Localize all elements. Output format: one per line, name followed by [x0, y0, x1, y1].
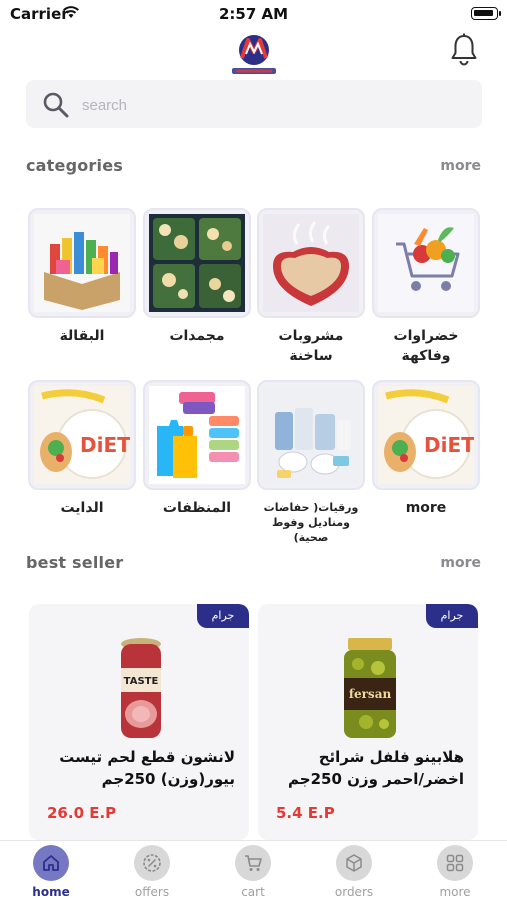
category-vegetables[interactable]: خضراوات وفاكهة — [372, 208, 480, 366]
category-label: مشروبات ساخنة — [278, 328, 344, 364]
category-frozen[interactable]: مجمدات — [143, 208, 251, 346]
category-label: الدايت — [60, 500, 104, 516]
unit-badge: جرام — [197, 604, 249, 628]
categories-title: categories — [26, 156, 123, 175]
paper-products-image — [257, 380, 365, 490]
category-label: ورقيات( حفاضات ومناديل وفوط صحية) — [263, 501, 359, 544]
cart-icon — [235, 845, 271, 881]
bottom-tab-bar: home offers cart orders more — [0, 840, 507, 900]
pickled-jar-image: fersan — [344, 638, 396, 738]
box-icon — [336, 845, 372, 881]
best-seller-more-link[interactable]: more — [440, 555, 481, 571]
tab-more[interactable]: more — [425, 845, 485, 899]
category-detergents[interactable]: المنظفات — [143, 380, 251, 518]
home-icon — [33, 845, 69, 881]
tab-label: home — [32, 885, 70, 899]
svg-text:DiET: DiET — [80, 433, 130, 457]
unit-badge: جرام — [426, 604, 478, 628]
frozen-food-image — [143, 208, 251, 318]
search-input[interactable] — [82, 92, 462, 118]
tab-label: more — [439, 885, 471, 899]
diet-plate-image: DiET — [28, 380, 136, 490]
diet-plate-image: DiET — [372, 380, 480, 490]
search-icon — [43, 92, 69, 118]
tab-offers[interactable]: offers — [122, 845, 182, 899]
battery-icon — [471, 7, 501, 20]
grocery-box-image — [28, 208, 136, 318]
category-label: البقالة — [59, 328, 105, 344]
category-more[interactable]: DiET more — [372, 380, 480, 518]
category-label: مجمدات — [169, 328, 225, 344]
luncheon-meat-image: TASTE — [121, 638, 161, 738]
tab-home[interactable]: home — [21, 845, 81, 899]
product-price: 26.0 E.P — [47, 804, 117, 822]
category-diet[interactable]: DiET الدايت — [28, 380, 136, 518]
product-card[interactable]: جرام fersan هلابينو فلفل شرائح اخضر/احمر… — [258, 604, 478, 840]
tab-orders[interactable]: orders — [324, 845, 384, 899]
categories-more-link[interactable]: more — [440, 158, 481, 174]
detergents-image — [143, 380, 251, 490]
tab-label: orders — [334, 885, 374, 899]
product-card[interactable]: جرام TASTE لانشون قطع لحم تيست بيور(وزن)… — [29, 604, 249, 840]
hot-drinks-image — [257, 208, 365, 318]
status-bar: Carrier 2:57 AM — [0, 0, 507, 30]
best-seller-title: best seller — [26, 553, 124, 572]
svg-text:fersan: fersan — [349, 687, 392, 701]
category-label: more — [405, 500, 447, 516]
svg-text:TASTE: TASTE — [124, 676, 159, 687]
bell-icon[interactable] — [449, 33, 479, 67]
tab-label: offers — [134, 885, 170, 899]
category-paper-products[interactable]: ورقيات( حفاضات ومناديل وفوط صحية) — [257, 380, 365, 545]
offers-percent-icon — [134, 845, 170, 881]
search-bar[interactable] — [26, 80, 482, 128]
status-time: 2:57 AM — [218, 5, 289, 23]
grid-icon — [437, 845, 473, 881]
category-label: المنظفات — [162, 500, 232, 516]
category-grocery[interactable]: البقالة — [28, 208, 136, 346]
tab-cart[interactable]: cart — [223, 845, 283, 899]
svg-text:DiET: DiET — [424, 433, 474, 457]
tab-label: cart — [241, 885, 265, 899]
product-name: لانشون قطع لحم تيست بيور(وزن) 250جم — [59, 748, 235, 788]
vegetables-cart-image — [372, 208, 480, 318]
product-price: 5.4 E.P — [276, 804, 335, 822]
store-logo-icon — [232, 35, 276, 74]
category-hot-drinks[interactable]: مشروبات ساخنة — [257, 208, 365, 366]
product-name: هلابينو فلفل شرائح اخضر/احمر وزن 250جم — [288, 748, 464, 788]
category-label: خضراوات وفاكهة — [393, 328, 459, 364]
